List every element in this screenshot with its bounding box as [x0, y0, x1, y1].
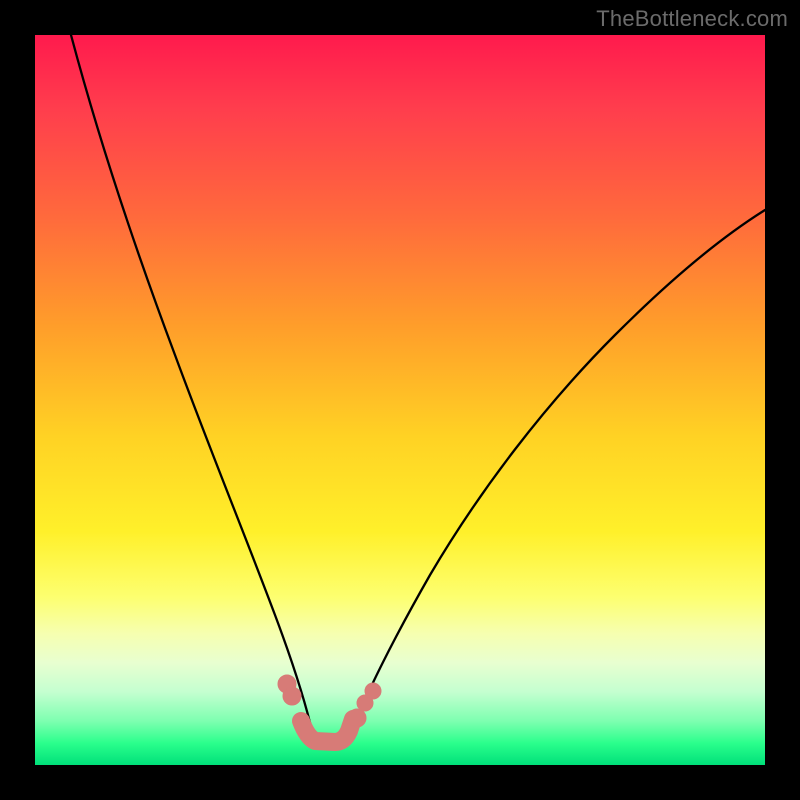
plot-area	[35, 35, 765, 765]
right-curve	[350, 210, 765, 735]
left-curve	[71, 35, 313, 735]
chart-frame: TheBottleneck.com	[0, 0, 800, 800]
marker-cluster	[278, 675, 381, 742]
chart-svg	[35, 35, 765, 765]
watermark-text: TheBottleneck.com	[596, 6, 788, 32]
